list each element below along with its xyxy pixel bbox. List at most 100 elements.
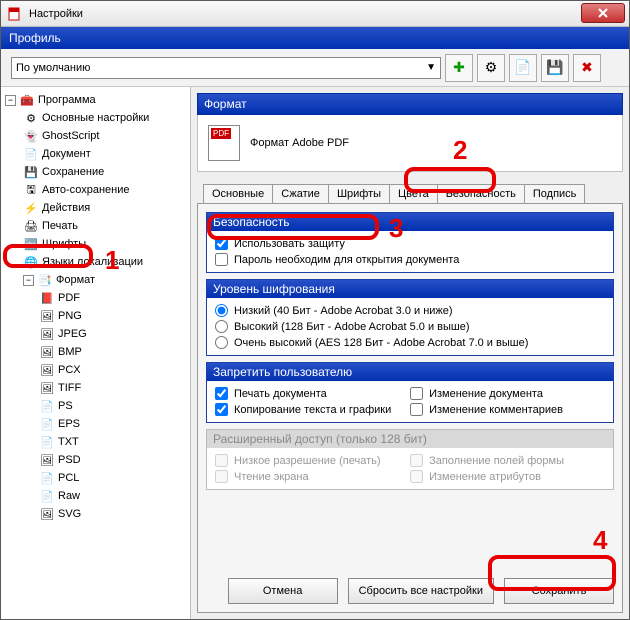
- floppy-icon: 💾: [23, 164, 39, 180]
- delete-profile-button[interactable]: ✖: [573, 54, 601, 82]
- panel-title: Формат: [197, 93, 623, 115]
- deny-print-row[interactable]: Печать документа: [215, 387, 406, 400]
- tree-format[interactable]: 📄PS: [3, 397, 188, 415]
- deny-change-doc-checkbox[interactable]: [410, 387, 423, 400]
- tree-format[interactable]: 🖼JPEG: [3, 325, 188, 343]
- toolbar: По умолчанию ▼ ✚ ⚙ 📄 💾 ✖: [1, 49, 629, 87]
- tree-item[interactable]: ⚡Действия: [3, 199, 188, 217]
- window-title: Настройки: [29, 8, 83, 20]
- tree-format[interactable]: 🖼PSD: [3, 451, 188, 469]
- adv-fillforms-checkbox: [410, 454, 423, 467]
- tree-format[interactable]: 📄TXT: [3, 433, 188, 451]
- deny-print-checkbox[interactable]: [215, 387, 228, 400]
- group-title: Уровень шифрования: [207, 280, 613, 298]
- tree-format[interactable]: 📕PDF: [3, 289, 188, 307]
- jpeg-icon: 🖼: [39, 326, 55, 342]
- tab-general[interactable]: Основные: [203, 184, 273, 203]
- tree-format[interactable]: 📄EPS: [3, 415, 188, 433]
- save-button[interactable]: Сохранить: [504, 578, 614, 604]
- tree-item[interactable]: 📄Документ: [3, 145, 188, 163]
- tool-button-1[interactable]: ⚙: [477, 54, 505, 82]
- format-icon: 📑: [37, 272, 53, 288]
- tree-format[interactable]: 🖼SVG: [3, 505, 188, 523]
- profile-select[interactable]: По умолчанию ▼: [11, 57, 441, 79]
- printer-icon: 🖨: [23, 218, 39, 234]
- tool-button-2[interactable]: 📄: [509, 54, 537, 82]
- reset-button[interactable]: Сбросить все настройки: [348, 578, 494, 604]
- tab-colors[interactable]: Цвета: [389, 184, 438, 203]
- chevron-down-icon: ▼: [426, 62, 436, 73]
- enc-low-radio[interactable]: [215, 304, 228, 317]
- tab-signature[interactable]: Подпись: [524, 184, 586, 203]
- tree-format[interactable]: 📄PCL: [3, 469, 188, 487]
- tree-item[interactable]: 💾Сохранение: [3, 163, 188, 181]
- enc-aes-radio[interactable]: [215, 336, 228, 349]
- settings-icon: ⚙: [23, 110, 39, 126]
- tab-fonts[interactable]: Шрифты: [328, 184, 390, 203]
- tree-root-program[interactable]: − 🧰 Программа: [3, 91, 188, 109]
- font-icon: 🔤: [23, 236, 39, 252]
- group-advanced: Расширенный доступ (только 128 бит) Низк…: [206, 429, 614, 490]
- close-button[interactable]: [581, 3, 625, 23]
- collapse-icon[interactable]: −: [5, 95, 16, 106]
- plus-icon: ✚: [453, 59, 465, 76]
- tree-format[interactable]: 🖼TIFF: [3, 379, 188, 397]
- tab-compression[interactable]: Сжатие: [272, 184, 329, 203]
- settings-window: Настройки Профиль По умолчанию ▼ ✚ ⚙ 📄 💾…: [0, 0, 630, 620]
- adv-screen-row: Чтение экрана: [215, 470, 406, 483]
- tab-security[interactable]: Безопасность: [437, 184, 525, 203]
- use-protection-row[interactable]: Использовать защиту: [215, 237, 605, 250]
- group-security: Безопасность Использовать защиту Пароль …: [206, 212, 614, 273]
- pcx-icon: 🖼: [39, 362, 55, 378]
- group-title: Расширенный доступ (только 128 бит): [207, 430, 613, 448]
- collapse-icon[interactable]: −: [23, 275, 34, 286]
- svg-icon: 🖼: [39, 506, 55, 522]
- document-icon: 📄: [23, 146, 39, 162]
- adv-attrs-checkbox: [410, 470, 423, 483]
- add-profile-button[interactable]: ✚: [445, 54, 473, 82]
- tree-item[interactable]: 🌐Языки локализации: [3, 253, 188, 271]
- cancel-button[interactable]: Отмена: [228, 578, 338, 604]
- save-toolbar-button[interactable]: 💾: [541, 54, 569, 82]
- group-deny: Запретить пользователю Печать документа …: [206, 362, 614, 423]
- use-protection-checkbox[interactable]: [215, 237, 228, 250]
- open-password-checkbox[interactable]: [215, 253, 228, 266]
- enc-aes-row[interactable]: Очень высокий (AES 128 Бит - Adobe Acrob…: [215, 336, 605, 349]
- profile-label: Профиль: [9, 31, 61, 45]
- raw-icon: 📄: [39, 488, 55, 504]
- auto-save-icon: 🖫: [23, 182, 39, 198]
- tree-format[interactable]: 🖼PNG: [3, 307, 188, 325]
- tree-item[interactable]: 🖨Печать: [3, 217, 188, 235]
- tab-content: Безопасность Использовать защиту Пароль …: [197, 203, 623, 613]
- tiff-icon: 🖼: [39, 380, 55, 396]
- tree-item[interactable]: 🔤Шрифты: [3, 235, 188, 253]
- adv-attrs-row: Изменение атрибутов: [410, 470, 601, 483]
- main-panel: Формат Формат Adobe PDF Основные Сжатие …: [191, 87, 629, 619]
- eps-icon: 📄: [39, 416, 55, 432]
- tree-format[interactable]: 🖼PCX: [3, 361, 188, 379]
- open-password-label: Пароль необходим для открытия документа: [234, 254, 459, 266]
- deny-change-comments-checkbox[interactable]: [410, 403, 423, 416]
- button-bar: Отмена Сбросить все настройки Сохранить: [206, 570, 614, 604]
- deny-change-doc-row[interactable]: Изменение документа: [410, 387, 601, 400]
- pcl-icon: 📄: [39, 470, 55, 486]
- nav-tree[interactable]: − 🧰 Программа ⚙Основные настройки 👻Ghost…: [1, 87, 191, 619]
- enc-low-row[interactable]: Низкий (40 Бит - Adobe Acrobat 3.0 и ниж…: [215, 304, 605, 317]
- tree-item-format[interactable]: − 📑 Формат: [3, 271, 188, 289]
- tree-format[interactable]: 🖼BMP: [3, 343, 188, 361]
- tree-item[interactable]: 🖫Авто-сохранение: [3, 181, 188, 199]
- deny-change-comments-row[interactable]: Изменение комментариев: [410, 403, 601, 416]
- pdf-icon: 📕: [39, 290, 55, 306]
- tree-item[interactable]: 👻GhostScript: [3, 127, 188, 145]
- open-password-row[interactable]: Пароль необходим для открытия документа: [215, 253, 605, 266]
- adv-lowres-row: Низкое разрешение (печать): [215, 454, 406, 467]
- tree-format[interactable]: 📄Raw: [3, 487, 188, 505]
- pdf-file-icon: [208, 125, 240, 161]
- tree-item[interactable]: ⚙Основные настройки: [3, 109, 188, 127]
- deny-copy-row[interactable]: Копирование текста и графики: [215, 403, 406, 416]
- deny-copy-checkbox[interactable]: [215, 403, 228, 416]
- enc-high-radio[interactable]: [215, 320, 228, 333]
- enc-high-row[interactable]: Высокий (128 Бит - Adobe Acrobat 5.0 и в…: [215, 320, 605, 333]
- profile-bar: Профиль: [1, 27, 629, 49]
- psd-icon: 🖼: [39, 452, 55, 468]
